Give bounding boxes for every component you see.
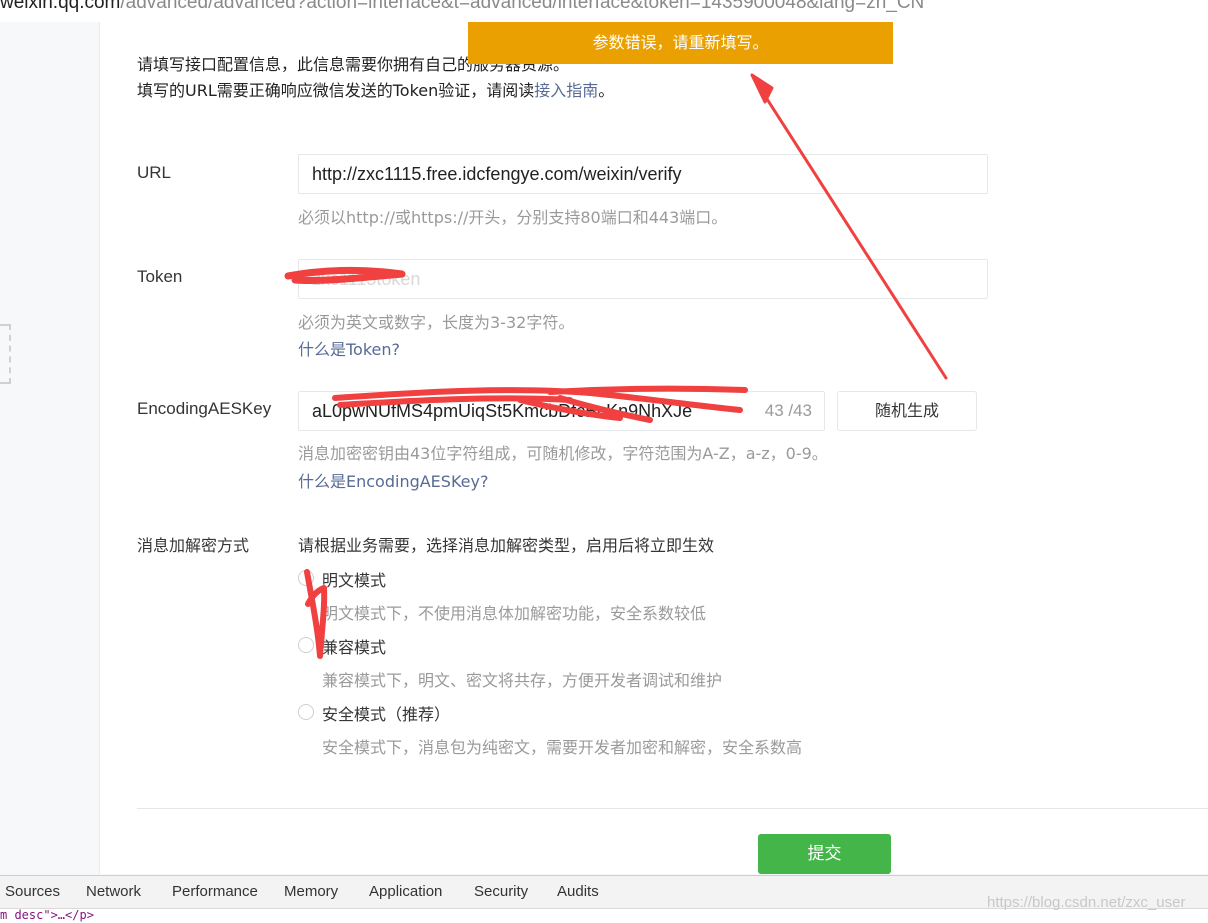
url-input[interactable]: http://zxc1115.free.idcfengye.com/weixin…	[298, 154, 988, 194]
encrypt-mode-desc: 请根据业务需要，选择消息加解密类型，启用后将立即生效	[298, 536, 715, 555]
aeskey-char-counter: 43 /43	[760, 392, 812, 430]
browser-address-bar[interactable]: weixin.qq.com/advanced/advanced?action=i…	[0, 0, 1208, 23]
radio-label-plaintext[interactable]: 明文模式	[322, 567, 386, 591]
what-is-aeskey-link[interactable]: 什么是EncodingAESKey?	[298, 468, 488, 492]
aeskey-input[interactable]: aL0pwNUfMS4pmUiqSt5KmcbDfcBcKn9NhXJe 43 …	[298, 391, 825, 431]
devtools-tab-security[interactable]: Security	[474, 883, 528, 900]
aeskey-input-value: aL0pwNUfMS4pmUiqSt5KmcbDfcBcKn9NhXJe	[312, 401, 693, 421]
interface-config-panel: 请填写接口配置信息，此信息需要你拥有自己的服务器资源。 填写的URL需要正确响应…	[100, 22, 1208, 874]
token-input[interactable]: zxc1115token	[298, 259, 988, 299]
access-guide-link[interactable]: 接入指南	[534, 81, 598, 100]
intro-line-2: 填写的URL需要正确响应微信发送的Token验证，请阅读接入指南。	[137, 81, 615, 100]
url-input-value: http://zxc1115.free.idcfengye.com/weixin…	[312, 164, 682, 184]
radio-label-compatible[interactable]: 兼容模式	[322, 634, 386, 658]
radio-tip-compatible: 兼容模式下，明文、密文将共存，方便开发者调试和维护	[322, 671, 723, 690]
encrypt-mode-label: 消息加解密方式	[137, 536, 250, 555]
url-host: weixin.qq.com	[0, 0, 121, 13]
radio-label-secure[interactable]: 安全模式（推荐）	[322, 701, 450, 725]
aeskey-label: EncodingAESKey	[137, 399, 272, 418]
devtools-tab-performance[interactable]: Performance	[172, 883, 258, 900]
what-is-token-link[interactable]: 什么是Token?	[298, 336, 400, 360]
radio-secure-mode[interactable]	[298, 704, 314, 720]
devtools-tab-application[interactable]: Application	[369, 883, 442, 900]
devtools-tab-audits[interactable]: Audits	[557, 883, 599, 900]
radio-plaintext-mode[interactable]	[298, 570, 314, 586]
left-sidebar	[0, 22, 100, 874]
sidebar-collapse-handle[interactable]	[0, 324, 11, 384]
url-tip: 必须以http://或https://开头，分别支持80端口和443端口。	[298, 208, 728, 227]
submit-button[interactable]: 提交	[758, 834, 891, 874]
radio-tip-secure: 安全模式下，消息包为纯密文，需要开发者加密和解密，安全系数高	[322, 738, 803, 757]
devtools-tab-sources[interactable]: Sources	[5, 883, 60, 900]
aeskey-tip: 消息加密密钥由43位字符组成，可随机修改，字符范围为A-Z，a-z，0-9。	[298, 444, 828, 463]
csdn-watermark: https://blog.csdn.net/zxc_user	[987, 894, 1186, 911]
random-generate-button[interactable]: 随机生成	[837, 391, 977, 431]
form-divider	[137, 808, 1208, 809]
url-path: /advanced/advanced?action=interface&t=ad…	[120, 0, 925, 13]
url-label: URL	[137, 163, 172, 182]
error-toast: 参数错误，请重新填写。	[468, 22, 893, 64]
devtools-tab-network[interactable]: Network	[86, 883, 141, 900]
devtools-tab-memory[interactable]: Memory	[284, 883, 338, 900]
radio-tip-plaintext: 明文模式下，不使用消息体加解密功能，安全系数较低	[322, 604, 707, 623]
token-input-value: zxc1115token	[312, 269, 421, 289]
radio-compatible-mode[interactable]	[298, 637, 314, 653]
token-tip: 必须为英文或数字，长度为3-32字符。	[298, 313, 575, 332]
token-label: Token	[137, 267, 183, 286]
